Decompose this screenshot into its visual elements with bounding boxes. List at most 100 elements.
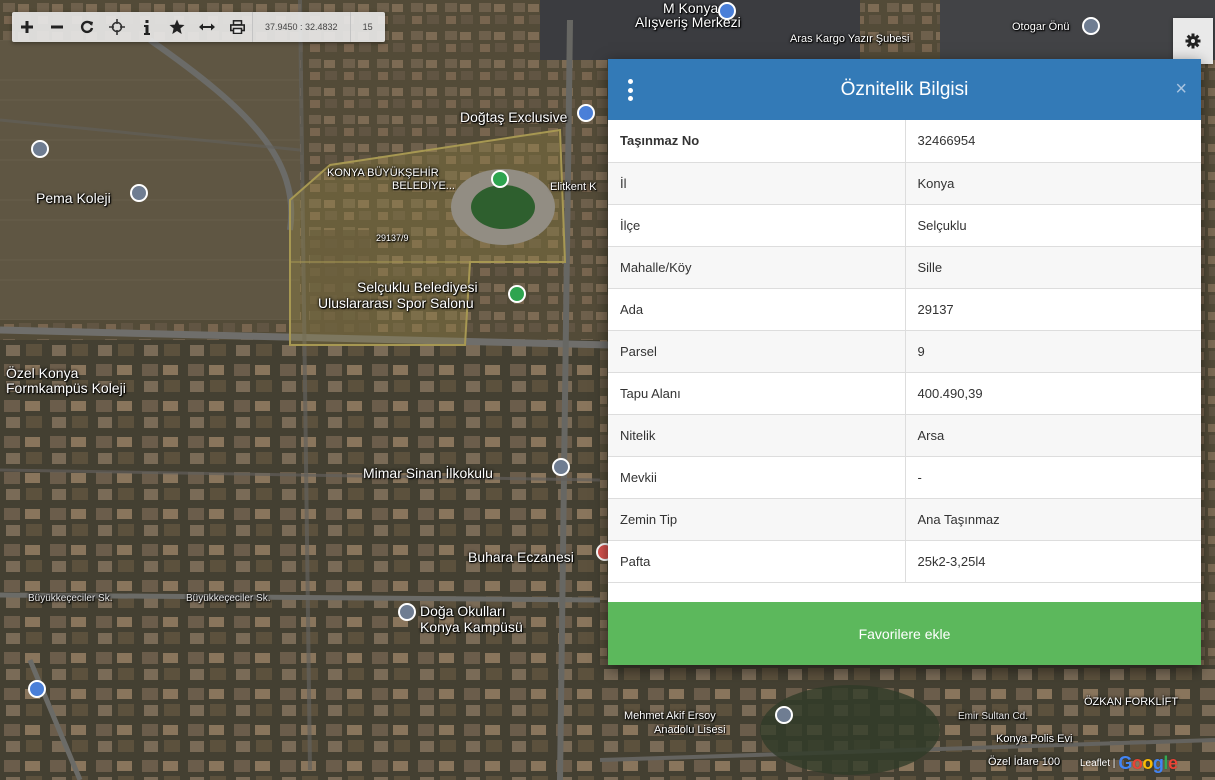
attribute-value: 400.490,39 [905,372,1201,415]
street-label: Emir Sultan Cd. [958,711,1029,722]
measure-button[interactable] [192,12,222,42]
gear-icon [1185,33,1201,49]
table-row: İlçe Selçuklu [608,204,1201,247]
map-label: Doğa Okulları [420,603,506,619]
map-label: Buhara Eczanesi [468,549,574,565]
zoom-out-button[interactable] [42,12,72,42]
attribute-key: Zemin Tip [608,498,906,541]
map-label: Anadolu Lisesi [654,724,726,736]
attribute-key: Pafta [608,540,906,583]
map-label: Mimar Sinan İlkokulu [363,465,493,481]
add-to-favorites-button[interactable]: Favorilere ekle [608,602,1201,665]
map-label: ÖZKAN FORKLİFT [1084,696,1179,708]
vertical-dots-menu-icon[interactable] [626,79,634,101]
settings-button[interactable] [1173,18,1213,64]
attribute-key: İl [608,162,906,205]
attribute-key: Mahalle/Köy [608,246,906,289]
attribute-key: Tapu Alanı [608,372,906,415]
leaflet-attribution-link[interactable]: Leaflet | [1080,758,1118,769]
attribute-key: Taşınmaz No [608,120,906,163]
arrows-horizontal-icon [199,23,215,31]
table-row: Taşınmaz No 32466954 [608,120,1201,163]
poi-marker-icon[interactable] [491,170,509,188]
map-label: Konya Kampüsü [420,619,523,635]
poi-marker-icon[interactable] [28,680,46,698]
attribute-value: Arsa [905,414,1201,457]
attribute-key: Ada [608,288,906,331]
attribute-key: Nitelik [608,414,906,457]
attribute-value: 32466954 [905,120,1201,163]
close-icon[interactable]: × [1175,78,1187,101]
street-label: Büyükkeçeciler Sk. [28,593,113,604]
table-row: Zemin Tip Ana Taşınmaz [608,498,1201,541]
parcel-label: 29137/9 [376,233,409,243]
star-icon [169,19,185,34]
attribute-value: 9 [905,330,1201,373]
locate-button[interactable] [102,12,132,42]
panel-header: Öznitelik Bilgisi × [608,59,1201,120]
poi-marker-icon[interactable] [398,603,416,621]
attribute-key: Mevkii [608,456,906,499]
table-row: İl Konya [608,162,1201,205]
poi-marker-icon[interactable] [1082,17,1100,35]
refresh-icon [80,20,94,34]
map-label: M Konya [663,0,719,16]
attribute-value: - [905,456,1201,499]
info-button[interactable] [132,12,162,42]
table-row: Mevkii - [608,456,1201,499]
map-toolbar: 37.9450 : 32.4832 15 [12,12,385,42]
minus-icon [51,25,63,29]
map-label: Konya Polis Evi [996,733,1073,745]
print-button[interactable] [222,12,252,42]
table-row: Pafta 25k2-3,25l4 [608,540,1201,583]
zoom-in-button[interactable] [12,12,42,42]
street-label: Büyükkeçeciler Sk. [186,593,271,604]
map-label: Elitkent K [550,181,597,193]
attribute-value: Konya [905,162,1201,205]
map-label: Aras Kargo Yazır Şubesi [790,33,910,45]
attribute-value: Sille [905,246,1201,289]
map-label: Formkampüs Koleji [6,380,126,396]
app: M Konya Alışveriş Merkezi Aras Kargo Yaz… [0,0,1215,780]
poi-marker-icon[interactable] [718,2,736,20]
favorites-button[interactable] [162,12,192,42]
map-label: KONYA BÜYÜKŞEHİR [327,167,439,179]
attribute-value: Selçuklu [905,204,1201,247]
attribute-table: Taşınmaz No 32466954 İl Konya İlçe Selçu… [608,120,1201,583]
attribute-value: 29137 [905,288,1201,331]
info-icon [144,19,150,35]
map-label: Mehmet Akif Ersoy [624,710,716,722]
poi-marker-icon[interactable] [508,285,526,303]
poi-marker-icon[interactable] [552,458,570,476]
panel-title: Öznitelik Bilgisi [840,78,969,100]
map-label: Özel Konya [6,365,79,381]
map-label: Selçuklu Belediyesi [357,279,478,295]
google-logo: Google [1118,752,1178,773]
attribute-info-panel: Öznitelik Bilgisi × Taşınmaz No 32466954… [608,59,1201,665]
zoom-level-readout: 15 [349,12,385,42]
table-row: Tapu Alanı 400.490,39 [608,372,1201,415]
refresh-button[interactable] [72,12,102,42]
map-label: Doğtaş Exclusive [460,109,568,125]
map-attribution: Leaflet | Google [1080,752,1178,774]
map-label: Özel İdare 100 [988,756,1061,768]
map-label: Pema Koleji [36,190,111,206]
attribute-key: İlçe [608,204,906,247]
plus-icon [21,21,33,33]
table-row: Ada 29137 [608,288,1201,331]
crosshair-icon [109,19,125,35]
map-label: Otogar Önü [1012,21,1070,33]
table-row: Mahalle/Köy Sille [608,246,1201,289]
poi-marker-icon[interactable] [130,184,148,202]
coordinate-readout: 37.9450 : 32.4832 [252,12,350,42]
attribute-value: Ana Taşınmaz [905,498,1201,541]
poi-marker-icon[interactable] [577,104,595,122]
poi-marker-icon[interactable] [31,140,49,158]
table-row: Parsel 9 [608,330,1201,373]
table-row: Nitelik Arsa [608,414,1201,457]
printer-icon [229,20,245,34]
map-label: BELEDİYE... [392,180,455,192]
poi-marker-icon[interactable] [775,706,793,724]
map-label: Uluslararası Spor Salonu [318,295,474,311]
attribute-value: 25k2-3,25l4 [905,540,1201,583]
